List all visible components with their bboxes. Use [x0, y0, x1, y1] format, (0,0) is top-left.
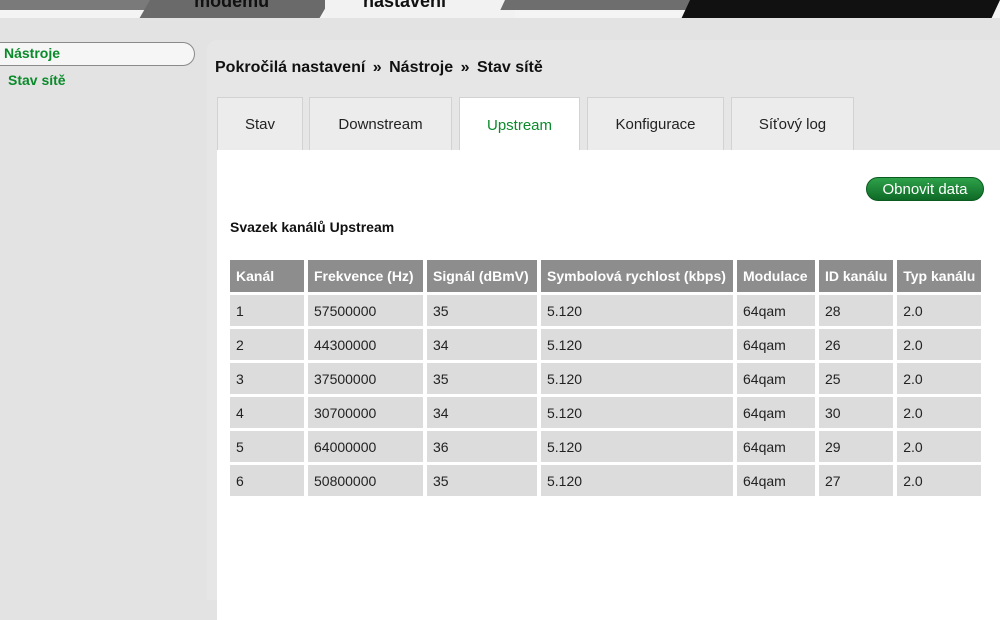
top-tab-modem-label: modemu [194, 0, 270, 11]
table-cell: 2.0 [897, 431, 982, 462]
table-cell: 30700000 [308, 397, 423, 428]
table-cell: 6 [230, 465, 304, 496]
tab-content: Obnovit data Svazek kanálů Upstream Kaná… [217, 150, 1000, 620]
column-header: Frekvence (Hz) [308, 260, 423, 292]
table-cell: 5.120 [541, 295, 733, 326]
table-cell: 37500000 [308, 363, 423, 394]
table-cell: 64qam [737, 465, 815, 496]
table-cell: 2.0 [897, 465, 982, 496]
table-cell: 29 [819, 431, 894, 462]
column-header: Signál (dBmV) [427, 260, 537, 292]
sidebar-item-tools[interactable]: Nástroje [0, 42, 195, 66]
top-nav: modemu nastavení [0, 0, 1000, 18]
main-panel: Pokročilá nastavení » Nástroje » Stav sí… [207, 40, 1000, 620]
column-header: Symbolová rychlost (kbps) [541, 260, 733, 292]
column-header: Kanál [230, 260, 304, 292]
table-cell: 2.0 [897, 363, 982, 394]
table-cell: 4 [230, 397, 304, 428]
tab-stav[interactable]: Stav [217, 97, 303, 150]
table-row: 2 44300000 34 5.120 64qam 26 2.0 [230, 329, 982, 360]
table-cell: 2.0 [897, 329, 982, 360]
table-cell: 57500000 [308, 295, 423, 326]
table-cell: 28 [819, 295, 894, 326]
table-cell: 2.0 [897, 397, 982, 428]
table-cell: 25 [819, 363, 894, 394]
table-cell: 1 [230, 295, 304, 326]
table-row: 6 50800000 35 5.120 64qam 27 2.0 [230, 465, 982, 496]
section-title: Svazek kanálů Upstream [230, 219, 395, 235]
table-row: 3 37500000 35 5.120 64qam 25 2.0 [230, 363, 982, 394]
breadcrumb-item[interactable]: Pokročilá nastavení [215, 59, 365, 76]
table-cell: 2 [230, 329, 304, 360]
upstream-table: Kanál Frekvence (Hz) Signál (dBmV) Symbo… [226, 257, 985, 499]
table-cell: 5 [230, 431, 304, 462]
table-cell: 2.0 [897, 295, 982, 326]
table-cell: 64qam [737, 363, 815, 394]
table-cell: 44300000 [308, 329, 423, 360]
table-cell: 35 [427, 465, 537, 496]
column-header: Typ kanálu [897, 260, 982, 292]
table-cell: 64qam [737, 431, 815, 462]
table-cell: 35 [427, 295, 537, 326]
table-cell: 5.120 [541, 363, 733, 394]
breadcrumb: Pokročilá nastavení » Nástroje » Stav sí… [215, 59, 543, 77]
breadcrumb-item[interactable]: Nástroje [389, 59, 453, 76]
table-cell: 64000000 [308, 431, 423, 462]
refresh-button[interactable]: Obnovit data [866, 177, 984, 201]
table-row: 4 30700000 34 5.120 64qam 30 2.0 [230, 397, 982, 428]
table-cell: 5.120 [541, 431, 733, 462]
table-cell: 64qam [737, 329, 815, 360]
table-cell: 30 [819, 397, 894, 428]
table-cell: 64qam [737, 397, 815, 428]
top-tab-settings-label: nastavení [363, 0, 447, 11]
breadcrumb-item: Stav sítě [476, 59, 543, 76]
table-header-row: Kanál Frekvence (Hz) Signál (dBmV) Symbo… [230, 260, 982, 292]
table-cell: 5.120 [541, 329, 733, 360]
table-cell: 50800000 [308, 465, 423, 496]
table-cell: 5.120 [541, 397, 733, 428]
top-nav-right-bar [681, 0, 1000, 18]
table-row: 5 64000000 36 5.120 64qam 29 2.0 [230, 431, 982, 462]
breadcrumb-separator: » [372, 59, 382, 76]
table-cell: 64qam [737, 295, 815, 326]
top-tab-modem[interactable]: modemu [139, 0, 330, 18]
table-cell: 34 [427, 397, 537, 428]
table-row: 1 57500000 35 5.120 64qam 28 2.0 [230, 295, 982, 326]
top-nav-mid-bar [500, 0, 705, 10]
table-cell: 26 [819, 329, 894, 360]
breadcrumb-separator: » [460, 59, 470, 76]
tab-upstream[interactable]: Upstream [459, 97, 580, 152]
table-cell: 36 [427, 431, 537, 462]
tab-konfigurace[interactable]: Konfigurace [587, 97, 724, 150]
sidebar-item-label: Nástroje [4, 45, 61, 61]
top-tab-settings[interactable]: nastavení [325, 0, 515, 18]
table-cell: 27 [819, 465, 894, 496]
table-cell: 34 [427, 329, 537, 360]
column-header: ID kanálu [819, 260, 894, 292]
table-cell: 3 [230, 363, 304, 394]
top-nav-left-bar [0, 0, 160, 10]
tab-sitovy-log[interactable]: Síťový log [731, 97, 854, 150]
column-header: Modulace [737, 260, 815, 292]
tab-downstream[interactable]: Downstream [309, 97, 452, 150]
table-cell: 5.120 [541, 465, 733, 496]
sidebar-item-network-status[interactable]: Stav sítě [8, 72, 66, 88]
table-cell: 35 [427, 363, 537, 394]
